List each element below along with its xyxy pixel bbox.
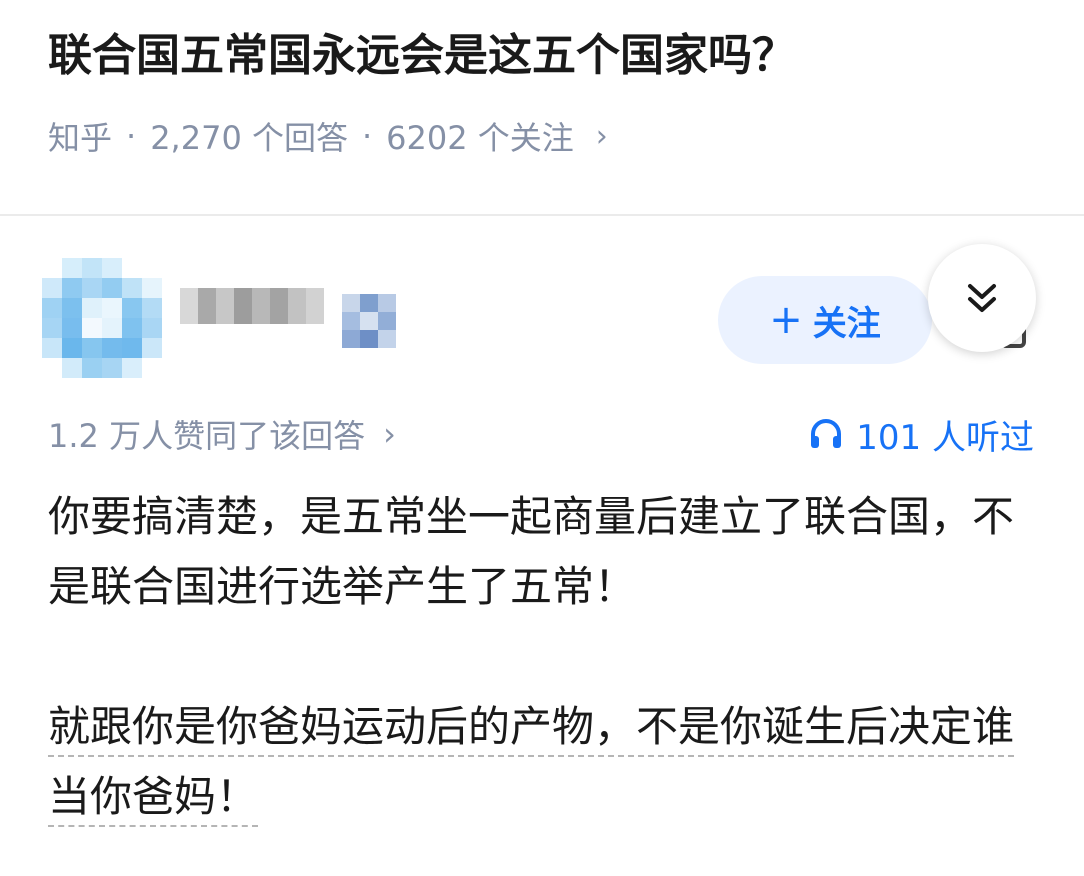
- vote-summary[interactable]: 1.2 万人赞同了该回答 ›: [48, 408, 396, 460]
- plus-icon: +: [769, 297, 803, 343]
- double-chevron-down-icon: [968, 284, 996, 312]
- answer-count: 2,270 个回答: [150, 119, 348, 157]
- author-badge: [342, 294, 398, 348]
- chevron-right-icon: ›: [383, 415, 396, 453]
- question-title[interactable]: 联合国五常国永远会是这五个国家吗？: [48, 24, 1048, 88]
- meta-separator: ·: [361, 117, 373, 155]
- follower-count: 6202 个关注: [386, 119, 574, 157]
- chevron-right-icon: ›: [595, 118, 608, 154]
- collapse-button[interactable]: [928, 244, 1036, 352]
- listen-button[interactable]: 101 人听过: [808, 408, 1034, 460]
- follow-label: 关注: [812, 303, 881, 344]
- divider: [0, 214, 1084, 216]
- meta-separator: ·: [126, 117, 137, 155]
- source-label: 知乎: [48, 119, 113, 157]
- headphones-icon: [811, 419, 842, 448]
- answer-paragraph: 你要搞清楚，是五常坐一起商量后建立了联合国，不是联合国进行选举产生了五常！: [48, 492, 1015, 611]
- answer-paragraph-highlighted[interactable]: 就跟你是你爸妈运动后的产物，不是你诞生后决定谁当你爸妈！: [48, 692, 1038, 832]
- author-name[interactable]: [180, 288, 324, 324]
- avatar[interactable]: [42, 258, 162, 378]
- question-meta[interactable]: 知乎 · 2,270 个回答 · 6202 个关注 ›: [48, 112, 608, 160]
- follow-button[interactable]: + 关注: [718, 276, 932, 364]
- answer-content: 你要搞清楚，是五常坐一起商量后建立了联合国，不是联合国进行选举产生了五常！ 就跟…: [48, 482, 1038, 832]
- listen-count: 101 人听过: [856, 417, 1034, 458]
- vote-count: 1.2 万人赞同了该回答: [48, 417, 366, 455]
